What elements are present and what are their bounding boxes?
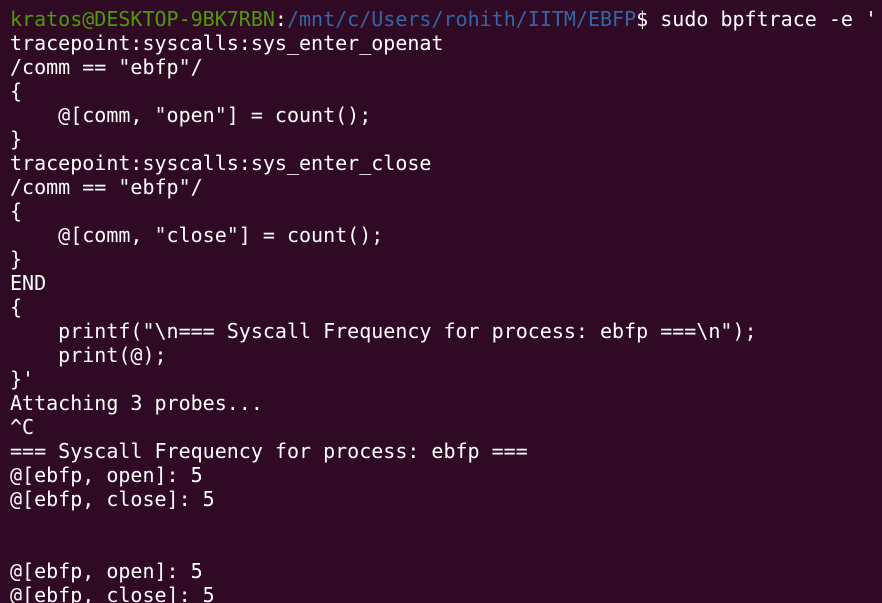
output-line: Attaching 3 probes... — [10, 391, 263, 415]
command-text: sudo bpftrace -e ' — [648, 7, 877, 31]
terminal-window[interactable]: kratos@DESKTOP-9BK7RBN:/mnt/c/Users/rohi… — [0, 0, 882, 603]
output-line: END — [10, 271, 47, 295]
output-line: @[ebfp, close]: 5 — [10, 583, 215, 603]
output-line: /comm == "ebfp"/ — [10, 175, 203, 199]
output-line: @[ebfp, open]: 5 — [10, 559, 203, 583]
output-line: @[comm, "close"] = count(); — [10, 223, 384, 247]
prompt-line: kratos@DESKTOP-9BK7RBN:/mnt/c/Users/rohi… — [10, 7, 882, 31]
prompt-user-host: kratos@DESKTOP-9BK7RBN — [10, 7, 275, 31]
output-line: /comm == "ebfp"/ — [10, 55, 203, 79]
prompt-path: /mnt/c/Users/rohith/IITM/EBFP — [286, 7, 637, 31]
output-line: tracepoint:syscalls:sys_enter_openat — [10, 31, 444, 55]
prompt-separator: : — [274, 7, 287, 31]
output-line: ^C — [10, 415, 35, 439]
output-line: }' — [10, 367, 35, 391]
output-line: { — [10, 295, 23, 319]
output-line: { — [10, 199, 23, 223]
output-line: print(@); — [10, 343, 167, 367]
prompt-dollar: $ — [636, 7, 649, 31]
output-line: @[ebfp, open]: 5 — [10, 463, 203, 487]
output-line: @[ebfp, close]: 5 — [10, 487, 215, 511]
output-line: } — [10, 127, 23, 151]
output-line: tracepoint:syscalls:sys_enter_close — [10, 151, 432, 175]
output-line: printf("\n=== Syscall Frequency for proc… — [10, 319, 757, 343]
output-line: } — [10, 247, 23, 271]
output-line: { — [10, 79, 23, 103]
output-line: === Syscall Frequency for process: ebfp … — [10, 439, 528, 463]
output-line: @[comm, "open"] = count(); — [10, 103, 372, 127]
